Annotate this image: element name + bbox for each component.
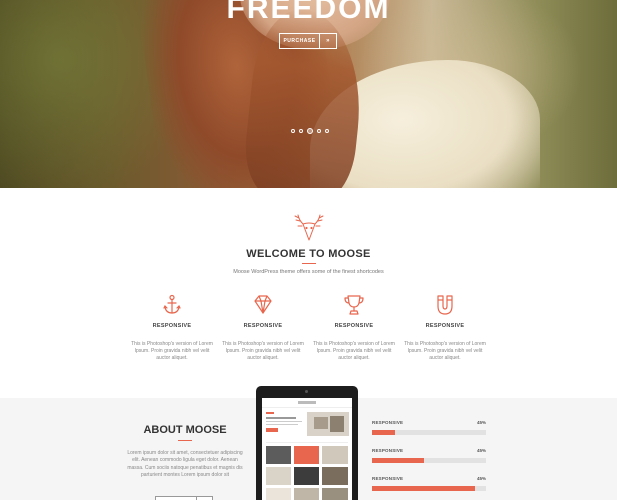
screen-element [266, 467, 291, 485]
screen-element [322, 467, 348, 485]
screen-element [322, 488, 348, 500]
screen-element [314, 417, 328, 429]
feature-text: This is Photoshop's version of Lorem Ips… [313, 341, 395, 361]
purchase-arrow-button[interactable]: » [320, 34, 336, 48]
feature-title: RESPONSIVE [425, 323, 465, 329]
diamond-icon [254, 295, 272, 314]
skill-label: RESPONSIVE [372, 420, 404, 425]
screen-element [266, 412, 274, 414]
skill-bar: RESPONSIVE 45% [372, 448, 486, 468]
welcome-divider [302, 263, 316, 264]
feature-title: RESPONSIVE [243, 323, 283, 329]
trophy-icon [344, 295, 364, 315]
feature-item: RESPONSIVE This is Photoshop's version o… [309, 294, 399, 362]
screen-logo [298, 401, 316, 404]
screen-element [266, 424, 298, 425]
slider-dot-3[interactable] [307, 128, 313, 134]
slider-dot-2[interactable] [299, 129, 303, 133]
skill-track [372, 458, 486, 463]
slider-pagination [291, 128, 329, 134]
skill-fill [372, 458, 425, 463]
slider-dot-4[interactable] [317, 129, 321, 133]
feature-text: This is Photoshop's version of Lorem Ips… [404, 341, 486, 361]
screen-element [266, 442, 348, 443]
deer-antlers-icon [294, 214, 324, 241]
skill-value: 45% [476, 476, 486, 481]
feature-item: RESPONSIVE This is Photoshop's version o… [400, 294, 490, 362]
feature-item: RESPONSIVE This is Photoshop's version o… [218, 294, 308, 362]
skill-bar: RESPONSIVE 45% [372, 420, 486, 440]
tablet-mockup [256, 386, 358, 500]
slider-dot-5[interactable] [325, 129, 329, 133]
welcome-subtitle: Moose WordPress theme offers some of the… [233, 269, 384, 275]
about-button-group[interactable] [155, 496, 213, 500]
skill-track [372, 430, 486, 435]
screen-element [266, 446, 291, 464]
magnet-icon [437, 295, 453, 315]
screen-element [294, 488, 319, 500]
about-text: Lorem ipsum dolor sit amet, consectetuer… [127, 450, 243, 478]
feature-grid: RESPONSIVE This is Photoshop's version o… [127, 294, 491, 374]
screen-header [262, 398, 352, 408]
skill-fill [372, 430, 395, 435]
feature-title: RESPONSIVE [334, 323, 374, 329]
screen-element [330, 416, 344, 432]
welcome-title: WELCOME TO MOOSE [246, 248, 371, 260]
hero-title: FREEDOM [226, 0, 391, 25]
purchase-button[interactable]: PURCHASE [280, 34, 320, 48]
screen-element [266, 417, 296, 419]
about-title: ABOUT MOOSE [143, 424, 227, 436]
skill-value: 45% [476, 420, 486, 425]
tablet-screen [262, 398, 352, 500]
screen-element [266, 421, 302, 422]
slider-dot-1[interactable] [291, 129, 295, 133]
hero-slider: FREEDOM PURCHASE » [0, 0, 617, 188]
skill-track [372, 486, 486, 491]
screen-element [322, 446, 348, 464]
feature-title: RESPONSIVE [152, 323, 192, 329]
feature-item: RESPONSIVE This is Photoshop's version o… [127, 294, 217, 362]
anchor-icon [163, 294, 181, 314]
skill-value: 45% [476, 448, 486, 453]
about-divider [178, 440, 192, 441]
screen-element [294, 446, 319, 464]
skill-label: RESPONSIVE [372, 476, 404, 481]
skill-fill [372, 486, 475, 491]
screen-element [266, 428, 278, 432]
feature-text: This is Photoshop's version of Lorem Ips… [222, 341, 304, 361]
screen-element [266, 488, 291, 500]
screen-element [294, 467, 319, 485]
feature-text: This is Photoshop's version of Lorem Ips… [131, 341, 213, 361]
tablet-camera [305, 390, 308, 393]
purchase-button-group: PURCHASE » [279, 33, 337, 49]
skill-label: RESPONSIVE [372, 448, 404, 453]
skill-bar: RESPONSIVE 45% [372, 476, 486, 496]
